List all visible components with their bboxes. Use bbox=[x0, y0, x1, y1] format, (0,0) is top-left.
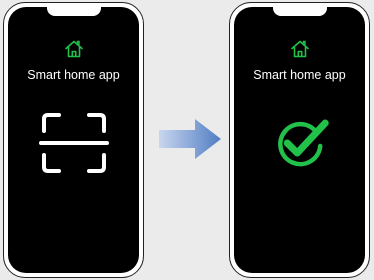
illustration-canvas: Smart home app Smart home app bbox=[0, 0, 374, 280]
phone-screen-after: Smart home app bbox=[234, 7, 365, 273]
scan-frame-icon bbox=[38, 113, 109, 173]
phone-screen-before: Smart home app bbox=[8, 7, 139, 273]
home-icon bbox=[64, 40, 83, 58]
phone-notch bbox=[272, 7, 327, 16]
phone-before: Smart home app bbox=[3, 2, 144, 278]
checkmark-circle-icon bbox=[277, 119, 329, 167]
phone-notch bbox=[46, 7, 101, 16]
home-icon bbox=[290, 40, 309, 58]
arrow-right-icon bbox=[159, 119, 221, 159]
phone-after: Smart home app bbox=[229, 2, 370, 278]
app-title: Smart home app bbox=[27, 68, 120, 82]
app-title: Smart home app bbox=[253, 68, 346, 82]
